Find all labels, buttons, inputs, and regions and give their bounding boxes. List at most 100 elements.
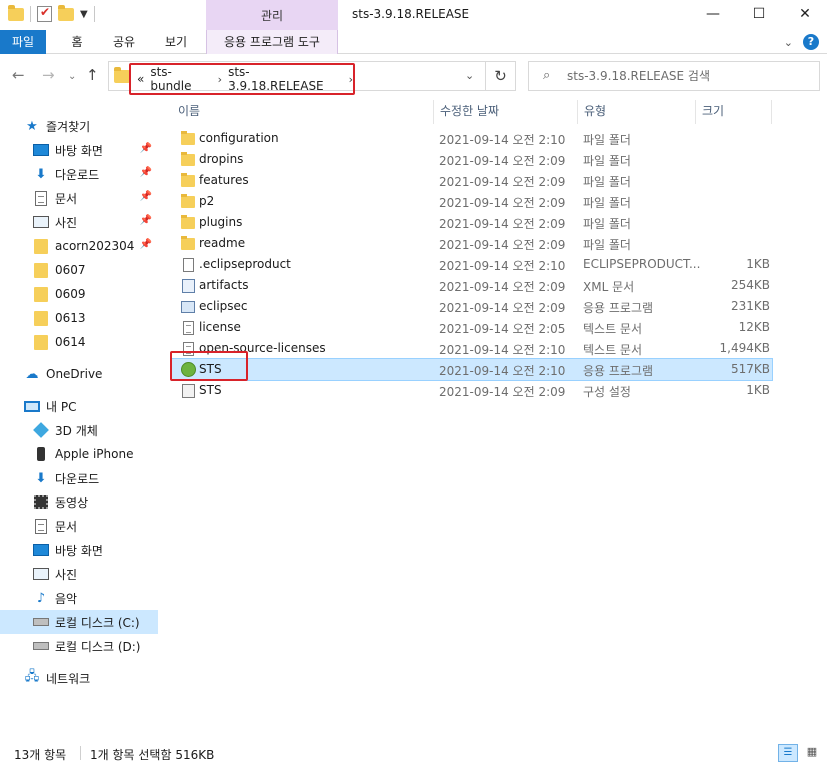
tab-share[interactable]: 공유 <box>104 30 144 54</box>
refresh-button[interactable]: ↻ <box>486 61 516 91</box>
sidebar-item-apple-iphone[interactable]: Apple iPhone <box>0 442 158 466</box>
sidebar-item-local-disk-d[interactable]: 로컬 디스크 (D:) <box>0 634 158 658</box>
file-row[interactable]: dropins 2021-09-14 오전 2:09 파일 폴더 <box>172 149 772 170</box>
folder-icon <box>181 151 195 166</box>
sidebar-item-0609[interactable]: 0609 <box>0 282 158 306</box>
sidebar-item-pc-downloads[interactable]: ⬇ 다운로드 <box>0 466 158 490</box>
help-icon[interactable]: ? <box>803 34 819 50</box>
application-icon <box>181 300 195 313</box>
file-row[interactable]: configuration 2021-09-14 오전 2:10 파일 폴더 <box>172 128 772 149</box>
file-row[interactable]: readme 2021-09-14 오전 2:09 파일 폴더 <box>172 233 772 254</box>
sidebar-item-quick-access[interactable]: ★ 즐겨찾기 <box>0 114 158 138</box>
sidebar-item-pc-pictures[interactable]: 사진 <box>0 562 158 586</box>
sidebar-item-pc-desktop[interactable]: 바탕 화면 <box>0 538 158 562</box>
customize-toolbar-icon[interactable]: ▼ <box>80 9 88 20</box>
music-icon: ♪ <box>36 590 46 606</box>
chevron-right-icon[interactable]: › <box>218 73 222 86</box>
sidebar-item-music[interactable]: ♪ 음악 <box>0 586 158 610</box>
file-date: 2021-09-14 오전 2:09 <box>439 238 566 252</box>
sidebar-item-label: 내 PC <box>46 399 77 414</box>
sidebar-item-label: 사진 <box>55 215 78 230</box>
phone-icon <box>37 447 45 461</box>
recent-locations-icon[interactable]: ⌄ <box>68 71 76 82</box>
file-row[interactable]: eclipsec 2021-09-14 오전 2:09 응용 프로그램 231K… <box>172 296 772 317</box>
file-date: 2021-09-14 오전 2:09 <box>439 301 566 315</box>
column-header-size[interactable]: 크기 <box>696 100 772 124</box>
sidebar-item-documents[interactable]: 문서 📌 <box>0 186 158 210</box>
sidebar-item-label: OneDrive <box>46 367 103 381</box>
large-icons-view-icon[interactable]: ▦ <box>802 744 822 762</box>
sidebar-item-pictures[interactable]: 사진 📌 <box>0 210 158 234</box>
file-row[interactable]: features 2021-09-14 오전 2:09 파일 폴더 <box>172 170 772 191</box>
sidebar-item-3d-objects[interactable]: 3D 개체 <box>0 418 158 442</box>
file-name: features <box>199 173 249 187</box>
tab-view[interactable]: 보기 <box>156 30 196 54</box>
sidebar-item-label: Apple iPhone <box>55 447 134 461</box>
download-icon: ⬇ <box>35 166 47 182</box>
sidebar-item-pc-documents[interactable]: 문서 <box>0 514 158 538</box>
file-row[interactable]: p2 2021-09-14 오전 2:09 파일 폴더 <box>172 191 772 212</box>
sidebar-item-label: 로컬 디스크 (C:) <box>55 615 140 630</box>
breadcrumb-sts-release[interactable]: sts-3.9.18.RELEASE <box>228 65 343 93</box>
up-arrow-icon[interactable]: ↑ <box>86 66 99 84</box>
sidebar-item-network[interactable]: 🖧 네트워크 <box>0 666 158 690</box>
column-header-type[interactable]: 유형 <box>578 100 696 124</box>
file-row[interactable]: artifacts 2021-09-14 오전 2:09 XML 문서 254K… <box>172 275 772 296</box>
file-name: license <box>199 320 241 334</box>
file-row[interactable]: license 2021-09-14 오전 2:05 텍스트 문서 12KB <box>172 317 772 338</box>
sidebar-item-local-disk-c[interactable]: 로컬 디스크 (C:) <box>0 610 158 634</box>
back-arrow-icon[interactable]: ← <box>12 66 25 84</box>
column-header-name[interactable]: 이름 <box>172 100 434 124</box>
chevron-right-icon[interactable]: › <box>349 73 353 86</box>
sidebar-item-acorn202304[interactable]: acorn202304 📌 <box>0 234 158 258</box>
sidebar-item-0613[interactable]: 0613 <box>0 306 158 330</box>
new-folder-icon[interactable] <box>58 4 74 21</box>
download-icon: ⬇ <box>35 470 47 486</box>
sidebar-item-onedrive[interactable]: ☁ OneDrive <box>0 362 158 386</box>
tab-application-tools[interactable]: 응용 프로그램 도구 <box>206 30 338 54</box>
chevron-down-icon[interactable]: ⌄ <box>465 69 474 82</box>
file-size: 517KB <box>730 362 770 376</box>
annotation-highlight <box>170 351 248 381</box>
file-row[interactable]: .eclipseproduct 2021-09-14 오전 2:10 ECLIP… <box>172 254 772 275</box>
close-button[interactable]: ✕ <box>782 0 827 30</box>
tab-home[interactable]: 홈 <box>62 30 92 54</box>
toolbar-divider <box>30 6 31 22</box>
manage-contextual-tab[interactable]: 관리 <box>206 0 338 30</box>
navigation-pane: ★ 즐겨찾기 바탕 화면 📌 ⬇ 다운로드 📌 문서 📌 사진 📌 acorn2… <box>0 100 160 732</box>
sidebar-item-desktop[interactable]: 바탕 화면 📌 <box>0 138 158 162</box>
column-header-date[interactable]: 수정한 날짜 <box>434 100 578 124</box>
tab-file[interactable]: 파일 <box>0 30 46 54</box>
sidebar-item-label: 바탕 화면 <box>55 543 103 558</box>
details-view-icon[interactable]: ☰ <box>778 744 798 762</box>
file-date: 2021-09-14 오전 2:09 <box>439 280 566 294</box>
minimize-button[interactable]: — <box>690 0 736 30</box>
search-input[interactable] <box>567 67 807 85</box>
file-row[interactable]: STS 2021-09-14 오전 2:09 구성 설정 1KB <box>172 380 772 401</box>
folder-icon <box>181 235 195 250</box>
file-type: 텍스트 문서 <box>583 322 643 336</box>
item-count: 13개 항목 <box>14 748 67 762</box>
file-row[interactable]: open-source-licenses 2021-09-14 오전 2:10 … <box>172 338 772 359</box>
maximize-button[interactable]: ☐ <box>736 0 782 30</box>
file-row[interactable]: plugins 2021-09-14 오전 2:09 파일 폴더 <box>172 212 772 233</box>
ribbon-tabs: 파일 홈 공유 보기 응용 프로그램 도구 ⌄ ? <box>0 30 827 54</box>
sidebar-item-0614[interactable]: 0614 <box>0 330 158 354</box>
pin-icon: 📌 <box>139 191 152 202</box>
forward-arrow-icon[interactable]: → <box>42 66 55 84</box>
file-row-selected[interactable]: STS 2021-09-14 오전 2:10 응용 프로그램 517KB <box>171 358 773 381</box>
sidebar-item-label: 문서 <box>55 191 78 206</box>
folder-icon <box>181 214 195 229</box>
search-box[interactable]: ⌕ <box>528 61 820 91</box>
pictures-icon <box>33 568 49 580</box>
address-bar[interactable]: « sts-bundle › sts-3.9.18.RELEASE › ⌄ <box>108 61 486 95</box>
sidebar-item-this-pc[interactable]: 내 PC <box>0 394 158 418</box>
properties-icon[interactable] <box>37 5 52 22</box>
sidebar-item-0607[interactable]: 0607 <box>0 258 158 282</box>
sidebar-item-downloads[interactable]: ⬇ 다운로드 📌 <box>0 162 158 186</box>
expand-ribbon-icon[interactable]: ⌄ <box>784 36 793 49</box>
file-type: 응용 프로그램 <box>583 364 654 378</box>
breadcrumb-overflow[interactable]: « <box>137 72 144 86</box>
breadcrumb-sts-bundle[interactable]: sts-bundle <box>150 65 211 93</box>
sidebar-item-videos[interactable]: 동영상 <box>0 490 158 514</box>
